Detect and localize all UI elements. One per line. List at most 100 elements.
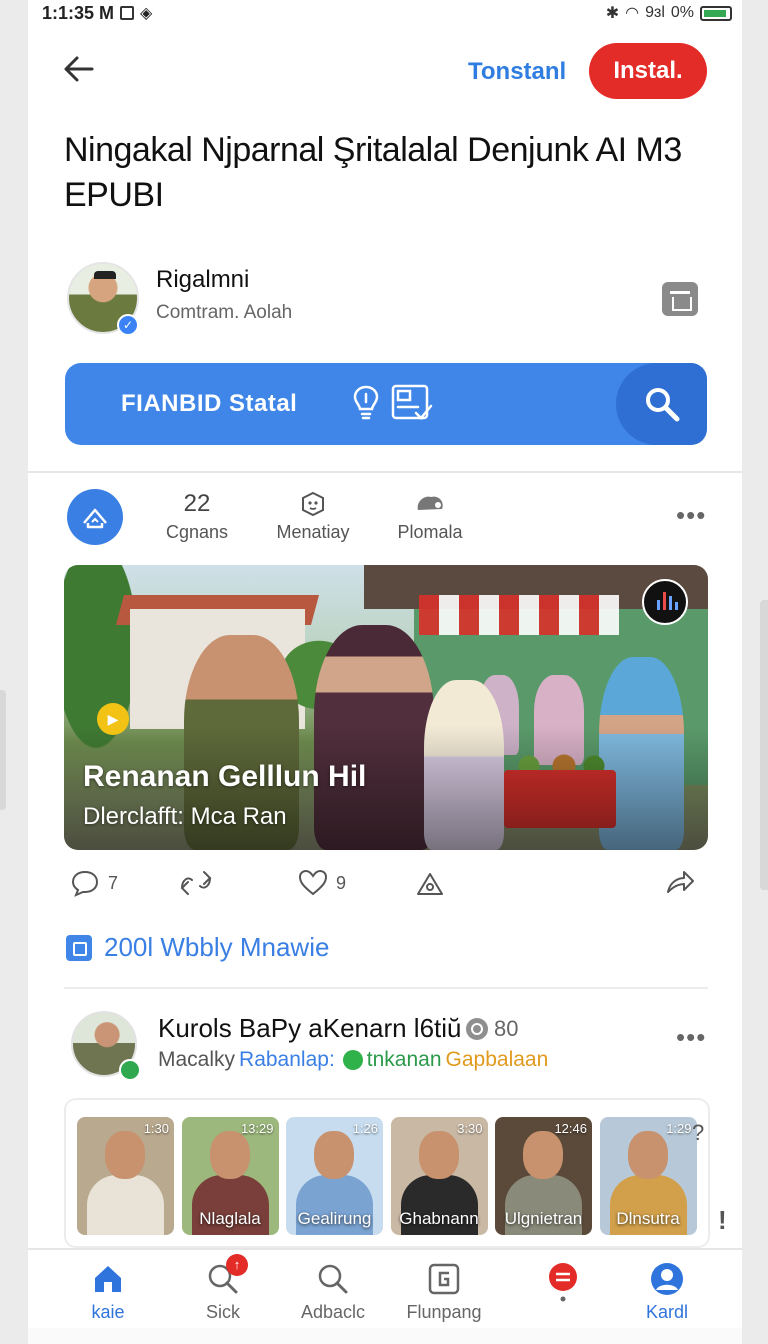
hero-subtitle: Dlerclafft: Mca Ran [83,803,287,830]
link-icon [66,934,92,961]
bunting-shape [419,595,619,635]
cloud-icon [375,490,485,518]
nav-chat[interactable] [513,1262,613,1302]
tab-cgnans[interactable]: 22 Cgnans [142,490,252,543]
status-time: 1:1:35 M [42,2,115,23]
bookmark-icon[interactable] [662,282,698,316]
save-button[interactable] [414,868,446,898]
repost-button[interactable] [178,868,214,898]
author-name[interactable]: Rigalmni [156,266,249,294]
tab-menatiay[interactable]: Menatiay [258,490,368,543]
scroll-edge-right [760,600,768,890]
face-shape [105,1131,145,1179]
header-link[interactable]: Tonstanl [468,58,566,86]
thumbnail-duration: 1:29 [666,1121,692,1136]
post-avatar[interactable] [71,1011,141,1081]
bookmark-house-icon [417,873,443,895]
more-options-icon[interactable]: ••• [676,1022,706,1053]
scroll-edge-left [0,690,6,810]
nav-sick[interactable]: ↑ Sick [173,1254,273,1323]
post-author-name[interactable]: Kurols BaPy aKenarn l6tiŭ [158,1013,462,1044]
link-text: 200l Wbbly Mnawie [104,932,330,962]
tablet-icon [427,1262,461,1296]
magnifier-icon [646,388,680,422]
nav-label: Sick [205,1302,240,1322]
bluetooth-icon: ✱ [605,5,620,22]
thumbnail-title: Gealirung [297,1209,372,1228]
face-shape [418,1131,459,1179]
document-edit-icon[interactable] [390,383,434,423]
search-button[interactable] [616,363,707,445]
video-thumbnail[interactable]: 1:26 Gealirung [286,1117,383,1235]
nav-adbaclc[interactable]: Adbaclc [283,1262,383,1323]
nav-flunpang[interactable]: Flunpang [394,1262,494,1323]
thumbnail-duration: 13:29 [240,1121,274,1136]
location-icon: ◈ [140,5,153,22]
tab-count: 22 [183,490,211,517]
smiley-icon [258,490,368,518]
search-icon: ↑ [206,1254,248,1296]
hero-title: Renanan Gelllun Hil [83,760,367,793]
video-thumbnail[interactable]: 1:30 [77,1117,174,1235]
chat-icon [546,1262,580,1302]
install-button[interactable]: Instal. [589,43,707,99]
video-thumbnail[interactable]: 13:29 Nlaglala [181,1117,279,1235]
section-divider [64,987,708,989]
home-outline-icon [83,508,107,529]
tab-home-button[interactable] [67,489,123,545]
nav-label: Kardl [645,1302,689,1322]
video-thumbnail[interactable]: 3:30 Ghabnann [390,1117,488,1235]
face-shape [314,1131,354,1179]
subtitle-link[interactable]: Rabanlap: [239,1048,335,1072]
search-bar-label: FIANBID Statal [121,390,298,417]
search-icon [316,1262,350,1296]
nav-kardl[interactable]: Kardl [617,1262,717,1323]
related-link[interactable]: 200l Wbbly Mnawie [66,932,329,963]
audio-wave-icon[interactable] [642,579,688,625]
cap-shape [94,271,116,279]
nav-home[interactable]: kaie [58,1262,158,1323]
share-icon [667,871,694,893]
back-arrow-icon[interactable] [62,52,102,92]
strip-alert-icon: ! [718,1205,727,1235]
status-dot-icon [342,1050,363,1070]
home-icon [91,1262,125,1296]
share-button[interactable] [664,868,696,898]
body-shape [87,1175,164,1235]
author-avatar[interactable]: ✓ [67,262,139,336]
hero-image[interactable]: ▶ Renanan Gelllun Hil Dlerclafft: Mca Ra… [64,565,708,850]
view-count-value: 80 [494,1016,519,1041]
like-button[interactable]: 9 [298,868,346,898]
tab-plomala[interactable]: Plomala [375,490,485,543]
app-screen: 1:1:35 M ◈ ✱ ◠ 9ɜl 0% Tonstanl Instal. N… [28,0,742,1344]
video-thumbnail[interactable]: 12:46 Ulgnietran [495,1117,592,1235]
thumbnail-title: Ghabnann [399,1209,479,1228]
face-shape [627,1131,668,1179]
repost-icon [180,871,212,895]
subtitle-tag-orange[interactable]: Gapbalaan [446,1048,549,1072]
comment-button[interactable]: 7 [70,868,118,898]
nav-label: Flunpang [406,1302,482,1322]
wifi-icon: ◠ [625,5,640,22]
face-shape [209,1131,250,1179]
thumbnail-duration: 3:30 [457,1121,483,1136]
notification-badge: ↑ [226,1254,248,1276]
strip-more-icon[interactable]: ? [692,1120,704,1146]
tab-label: Plomala [397,522,463,542]
tab-label: Menatiay [276,522,350,542]
more-options-icon[interactable]: ••• [676,500,706,531]
subtitle-tag-green[interactable]: tnkanan [367,1048,442,1072]
thumbnail-title: Dlnsutra [616,1209,680,1228]
thumbnail-title: Ulgnietran [504,1209,583,1228]
search-bar[interactable]: FIANBID Statal [65,363,707,445]
video-thumbnail[interactable]: 1:29 Dlnsutra [599,1117,697,1235]
thumbnail-duration: 12:46 [554,1121,587,1136]
play-icon[interactable]: ▶ [97,703,129,735]
article-title: Ningakal Njparnal Şritalalal Denjunk AI … [64,131,682,214]
comment-icon [71,870,99,897]
author-subtitle: Comtram. Aolah [156,302,293,323]
heart-icon [298,869,328,896]
comment-count: 7 [108,872,119,893]
post-view-count: 80 [466,1016,518,1042]
lightbulb-icon[interactable] [353,385,379,421]
